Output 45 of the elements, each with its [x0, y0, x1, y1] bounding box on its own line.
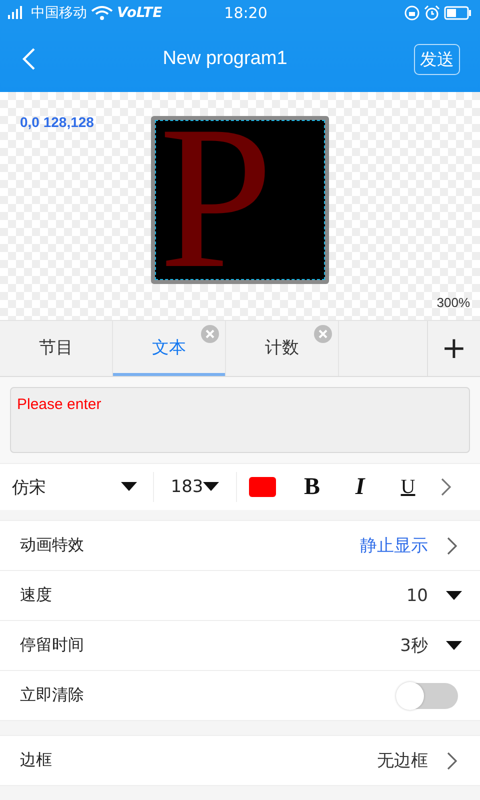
dropdown-arrow-icon: [446, 640, 462, 650]
setting-value: 无边框: [377, 750, 428, 772]
setting-label: 停留时间: [20, 635, 85, 656]
coordinates-label: 0,0 128,128: [20, 114, 94, 130]
setting-value: 静止显示: [360, 535, 428, 557]
chevron-right-icon: [446, 750, 458, 770]
clock-time: 18:20: [224, 4, 268, 22]
setting-label: 动画特效: [20, 535, 85, 556]
settings-row[interactable]: 动画特效 静止显示: [0, 521, 480, 571]
dropdown-arrow-icon: [121, 482, 137, 492]
color-swatch[interactable]: [249, 477, 276, 497]
setting-label: 边框: [20, 750, 53, 771]
italic-button[interactable]: I: [336, 474, 384, 500]
tab[interactable]: 计数: [226, 321, 338, 376]
settings-row[interactable]: 速度 10: [0, 571, 480, 621]
wifi-icon: [91, 6, 113, 20]
bold-button[interactable]: B: [288, 474, 336, 500]
zoom-label: 300%: [436, 295, 470, 310]
add-button[interactable]: +: [427, 321, 480, 376]
settings-row[interactable]: 停留时间 3秒: [0, 621, 480, 671]
settings-row[interactable]: 边框 无边框: [0, 736, 480, 786]
toggle-switch[interactable]: [397, 682, 458, 708]
size-dropdown[interactable]: 183: [160, 477, 230, 497]
dropdown-arrow-icon: [446, 590, 462, 600]
underline-button[interactable]: U: [384, 476, 432, 498]
page-title: New program1: [162, 48, 288, 70]
preview-text: P: [159, 120, 274, 280]
rotation-lock-icon: [404, 5, 420, 21]
close-icon[interactable]: [314, 325, 332, 343]
alarm-icon: [424, 5, 440, 21]
setting-value: 3秒: [400, 635, 428, 657]
carrier-name: 中国移动: [31, 4, 87, 22]
network-label: VoLTE: [117, 5, 162, 21]
chevron-right-icon: [446, 536, 458, 556]
battery-icon: [444, 6, 472, 20]
font-dropdown[interactable]: 仿宋: [12, 476, 147, 498]
back-icon[interactable]: [22, 47, 36, 71]
settings-row[interactable]: 立即清除: [0, 671, 480, 721]
setting-value: 10: [406, 586, 428, 606]
setting-label: 速度: [20, 585, 53, 606]
setting-label: 立即清除: [20, 685, 85, 706]
close-icon[interactable]: [201, 325, 219, 343]
tab[interactable]: 节目: [0, 321, 112, 376]
dropdown-arrow-icon: [203, 482, 220, 492]
chevron-right-icon[interactable]: [440, 477, 452, 497]
